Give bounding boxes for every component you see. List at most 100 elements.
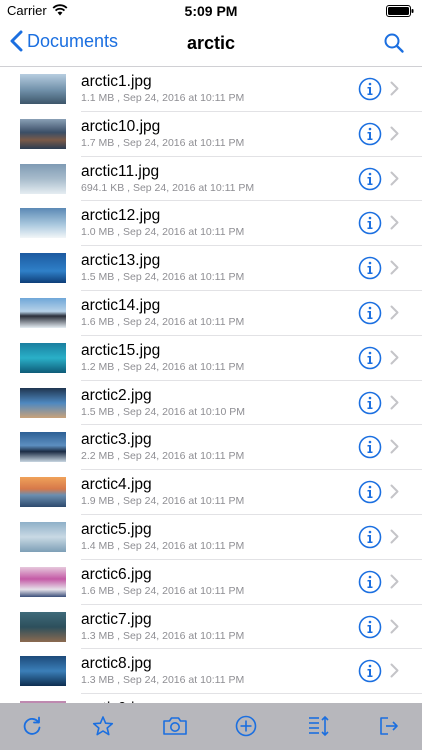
- chevron-left-icon: [10, 30, 23, 52]
- chevron-right-icon: [390, 260, 399, 275]
- image-thumbnail: [20, 432, 66, 463]
- search-icon: [384, 33, 404, 53]
- file-row[interactable]: arctic1.jpg 1.1 MB , Sep 24, 2016 at 10:…: [0, 67, 422, 112]
- file-row[interactable]: arctic13.jpg 1.5 MB , Sep 24, 2016 at 10…: [0, 246, 422, 291]
- info-circle-icon: [358, 256, 382, 280]
- chevron-right-icon: [390, 574, 399, 589]
- file-row[interactable]: arctic6.jpg 1.6 MB , Sep 24, 2016 at 10:…: [0, 560, 422, 605]
- file-meta: 2.2 MB , Sep 24, 2016 at 10:11 PM: [81, 450, 245, 463]
- info-button[interactable]: [358, 122, 382, 151]
- chevron-right-icon: [390, 215, 399, 230]
- file-meta: 1.5 MB , Sep 24, 2016 at 10:10 PM: [81, 405, 246, 418]
- file-row[interactable]: arctic5.jpg 1.4 MB , Sep 24, 2016 at 10:…: [0, 515, 422, 560]
- camera-button[interactable]: [162, 715, 188, 742]
- sort-icon: [309, 715, 329, 737]
- image-thumbnail: [20, 477, 66, 508]
- info-button[interactable]: [358, 659, 382, 688]
- image-thumbnail: [20, 297, 66, 328]
- file-list[interactable]: arctic1.jpg 1.1 MB , Sep 24, 2016 at 10:…: [0, 67, 422, 703]
- info-circle-icon: [358, 212, 382, 235]
- file-row[interactable]: arctic2.jpg 1.5 MB , Sep 24, 2016 at 10:…: [0, 381, 422, 426]
- info-button[interactable]: [358, 167, 382, 196]
- info-button[interactable]: [358, 256, 382, 285]
- file-name: arctic13.jpg: [81, 252, 161, 270]
- file-meta: 1.4 MB , Sep 24, 2016 at 10:11 PM: [81, 539, 245, 552]
- image-thumbnail: [20, 208, 66, 239]
- info-circle-icon: [358, 660, 382, 683]
- status-bar: Carrier 5:09 PM: [0, 0, 422, 22]
- export-icon: [380, 717, 398, 735]
- image-thumbnail: [20, 611, 66, 642]
- file-row[interactable]: arctic14.jpg 1.6 MB , Sep 24, 2016 at 10…: [0, 291, 422, 336]
- favorites-button[interactable]: [92, 715, 114, 742]
- info-button[interactable]: [358, 77, 382, 106]
- info-button[interactable]: [358, 346, 382, 375]
- info-button[interactable]: [358, 211, 382, 240]
- refresh-button[interactable]: [21, 715, 43, 742]
- info-button[interactable]: [358, 615, 382, 644]
- file-row[interactable]: arctic11.jpg 694.1 KB , Sep 24, 2016 at …: [0, 157, 422, 202]
- image-thumbnail: [20, 656, 66, 687]
- info-button[interactable]: [358, 301, 382, 330]
- file-name: arctic7.jpg: [81, 610, 152, 628]
- file-meta: 1.9 MB , Sep 24, 2016 at 10:11 PM: [81, 495, 245, 508]
- file-name: arctic5.jpg: [81, 520, 152, 538]
- file-row[interactable]: arctic8.jpg 1.3 MB , Sep 24, 2016 at 10:…: [0, 649, 422, 695]
- file-name: arctic8.jpg: [81, 655, 152, 673]
- chevron-right-icon: [390, 305, 399, 320]
- add-button[interactable]: [234, 715, 258, 744]
- info-circle-icon: [358, 480, 382, 504]
- bottom-toolbar: [0, 703, 422, 750]
- star-icon: [92, 716, 114, 736]
- chevron-right-icon: [390, 126, 399, 141]
- chevron-right-icon: [390, 484, 399, 499]
- chevron-right-icon: [390, 663, 399, 678]
- image-thumbnail: [20, 253, 66, 284]
- chevron-right-icon: [390, 171, 399, 186]
- image-thumbnail: [20, 342, 66, 373]
- image-thumbnail: [20, 387, 66, 418]
- info-button[interactable]: [358, 570, 382, 599]
- info-button[interactable]: [358, 435, 382, 464]
- chevron-right-icon: [390, 350, 399, 365]
- file-row[interactable]: arctic3.jpg 2.2 MB , Sep 24, 2016 at 10:…: [0, 425, 422, 471]
- info-button[interactable]: [358, 480, 382, 509]
- info-circle-icon: [358, 167, 382, 190]
- file-meta: 1.6 MB , Sep 24, 2016 at 10:11 PM: [81, 584, 245, 597]
- file-row[interactable]: arctic12.jpg 1.0 MB , Sep 24, 2016 at 10…: [0, 201, 422, 247]
- camera-icon: [163, 717, 187, 735]
- file-row[interactable]: arctic4.jpg 1.9 MB , Sep 24, 2016 at 10:…: [0, 470, 422, 515]
- file-name: arctic4.jpg: [81, 476, 152, 494]
- info-button[interactable]: [358, 391, 382, 420]
- file-meta: 1.6 MB , Sep 24, 2016 at 10:11 PM: [81, 315, 245, 328]
- file-name: arctic12.jpg: [81, 207, 161, 225]
- file-meta: 1.2 MB , Sep 24, 2016 at 10:11 PM: [81, 360, 245, 373]
- info-circle-icon: [358, 570, 382, 594]
- file-meta: 1.3 MB , Sep 24, 2016 at 10:11 PM: [81, 674, 245, 687]
- file-row[interactable]: arctic7.jpg 1.3 MB , Sep 24, 2016 at 10:…: [0, 605, 422, 650]
- info-circle-icon: [358, 301, 382, 325]
- chevron-right-icon: [390, 81, 399, 96]
- search-button[interactable]: [383, 32, 405, 59]
- file-meta: 1.7 MB , Sep 24, 2016 at 10:11 PM: [81, 136, 245, 149]
- chevron-right-icon: [390, 529, 399, 544]
- info-button[interactable]: [358, 525, 382, 554]
- navigation-bar: Documents arctic: [0, 22, 422, 67]
- file-row[interactable]: arctic9.jpg: [0, 694, 422, 703]
- export-button[interactable]: [378, 715, 400, 742]
- plus-circle-icon: [235, 715, 257, 737]
- image-thumbnail: [20, 118, 66, 149]
- back-button[interactable]: Documents: [10, 30, 118, 52]
- file-name: arctic11.jpg: [81, 162, 160, 180]
- file-meta: 1.1 MB , Sep 24, 2016 at 10:11 PM: [81, 92, 245, 104]
- file-name: arctic2.jpg: [81, 386, 152, 404]
- sort-button[interactable]: [307, 715, 331, 742]
- refresh-icon: [23, 716, 41, 735]
- file-row[interactable]: arctic15.jpg 1.2 MB , Sep 24, 2016 at 10…: [0, 336, 422, 381]
- file-row[interactable]: arctic10.jpg 1.7 MB , Sep 24, 2016 at 10…: [0, 112, 422, 157]
- battery-full-icon: [386, 5, 414, 17]
- image-thumbnail: [20, 566, 66, 597]
- file-name: arctic6.jpg: [81, 565, 152, 583]
- info-circle-icon: [358, 122, 382, 146]
- file-name: arctic15.jpg: [81, 341, 161, 359]
